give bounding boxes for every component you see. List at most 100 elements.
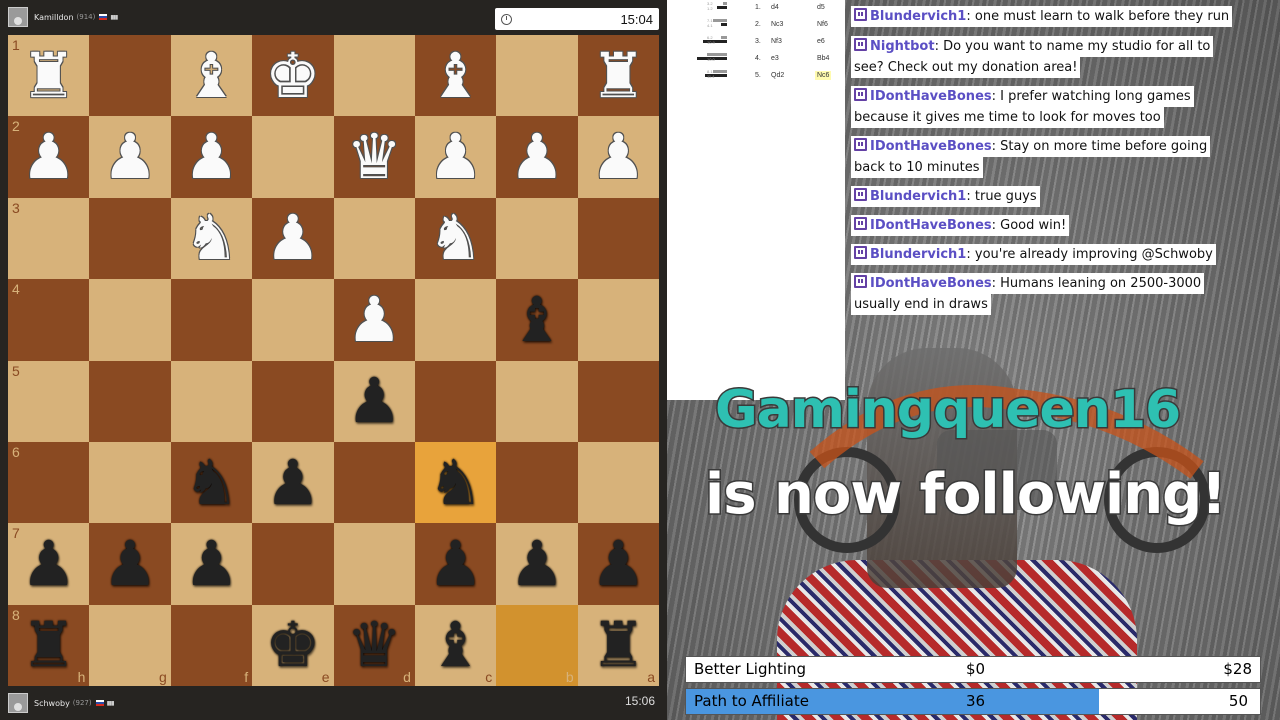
board-square[interactable] bbox=[333, 441, 415, 524]
board-square[interactable] bbox=[89, 279, 171, 361]
board-square[interactable]: d ♛ bbox=[333, 604, 415, 686]
board-square[interactable] bbox=[496, 441, 578, 524]
black-rook-icon[interactable]: ♜ bbox=[21, 614, 77, 676]
board-square[interactable]: ♟ bbox=[496, 116, 578, 198]
board-square[interactable]: ♛ bbox=[333, 116, 415, 198]
white-move[interactable]: Nc3 bbox=[771, 21, 783, 28]
board-square[interactable]: ♟ bbox=[333, 360, 415, 442]
board-square[interactable]: ♟ bbox=[252, 441, 334, 524]
chess-board[interactable]: 1 ♜ ♝ ♚ ♝ ♜ 2 ♟ ♟ ♟ ♛ ♟ ♟ ♟ 3 ♞ ♟ ♞ 4 ♟ ♝ 5 ♟ 6 ♞ ♟ ♞ 7 ♟ ♟ ♟ ♟ ♟ ♟ 8 h ♜ g f e… bbox=[8, 35, 659, 686]
white-pawn-icon[interactable]: ♟ bbox=[509, 126, 565, 188]
board-square[interactable]: 7 ♟ bbox=[8, 523, 90, 605]
board-square[interactable] bbox=[414, 279, 497, 361]
black-king-icon[interactable]: ♚ bbox=[265, 614, 321, 676]
black-move[interactable]: Nc6 bbox=[815, 71, 832, 80]
board-square[interactable]: ♝ bbox=[170, 35, 253, 117]
board-square[interactable] bbox=[252, 360, 334, 442]
white-move[interactable]: Qd2 bbox=[771, 72, 784, 79]
board-square[interactable] bbox=[496, 35, 578, 117]
white-pawn-icon[interactable]: ♟ bbox=[102, 126, 158, 188]
white-pawn-icon[interactable]: ♟ bbox=[265, 207, 321, 269]
board-square[interactable]: e ♚ bbox=[252, 604, 334, 686]
board-square[interactable]: ♟ bbox=[577, 523, 659, 605]
board-square[interactable]: ♜ bbox=[577, 35, 659, 117]
move-row[interactable]: 3.2 1.2 1. d4 d5 bbox=[667, 0, 845, 17]
board-square[interactable] bbox=[577, 360, 659, 442]
chat-username[interactable]: Blundervich1 bbox=[870, 9, 966, 24]
board-square[interactable] bbox=[252, 279, 334, 361]
chat-username[interactable]: IDontHaveBones bbox=[870, 276, 992, 291]
board-square[interactable] bbox=[89, 441, 171, 524]
board-square[interactable] bbox=[89, 197, 171, 280]
board-square[interactable] bbox=[496, 360, 578, 442]
black-pawn-icon[interactable]: ♟ bbox=[21, 532, 77, 595]
board-square[interactable] bbox=[577, 441, 659, 524]
board-square[interactable] bbox=[252, 523, 334, 605]
white-knight-icon[interactable]: ♞ bbox=[184, 207, 240, 269]
white-move[interactable]: e3 bbox=[771, 55, 779, 62]
black-move[interactable]: Nf6 bbox=[815, 20, 830, 29]
board-square[interactable] bbox=[170, 279, 253, 361]
black-move[interactable]: e6 bbox=[815, 37, 827, 46]
move-row[interactable]: 7.1 4.1 2. Nc3 Nf6 bbox=[667, 17, 845, 34]
bottom-player-name[interactable]: Schwoby bbox=[34, 699, 70, 708]
board-square[interactable]: ♞ bbox=[170, 441, 253, 524]
white-pawn-icon[interactable]: ♟ bbox=[21, 126, 77, 188]
black-pawn-icon[interactable]: ♟ bbox=[102, 532, 158, 595]
move-row[interactable]: 8.1 11.4 5. Qd2 Nc6 bbox=[667, 68, 845, 85]
board-square[interactable]: g bbox=[89, 604, 171, 686]
board-square[interactable] bbox=[577, 279, 659, 361]
board-square[interactable]: ♚ bbox=[252, 35, 334, 117]
board-square[interactable]: ♟ bbox=[252, 197, 334, 280]
board-square[interactable]: c ♝ bbox=[414, 604, 497, 686]
board-square[interactable] bbox=[170, 360, 253, 442]
white-bishop-icon[interactable]: ♝ bbox=[184, 44, 240, 107]
white-move[interactable]: Nf3 bbox=[771, 38, 782, 45]
board-square[interactable]: ♟ bbox=[89, 523, 171, 605]
board-square[interactable] bbox=[333, 197, 415, 280]
black-pawn-icon[interactable]: ♟ bbox=[509, 532, 565, 595]
black-bishop-icon[interactable]: ♝ bbox=[509, 288, 565, 351]
black-pawn-icon[interactable]: ♟ bbox=[591, 532, 647, 595]
chat-username[interactable]: Blundervich1 bbox=[870, 247, 966, 262]
board-square[interactable]: ♟ bbox=[414, 523, 497, 605]
white-pawn-icon[interactable]: ♟ bbox=[346, 288, 402, 351]
board-square[interactable]: ♟ bbox=[333, 279, 415, 361]
chat-username[interactable]: Nightbot bbox=[870, 39, 935, 54]
board-square[interactable] bbox=[252, 116, 334, 198]
board-square[interactable]: ♞ bbox=[414, 441, 497, 524]
board-square[interactable]: ♟ bbox=[577, 116, 659, 198]
board-square[interactable]: ♝ bbox=[496, 279, 578, 361]
board-square[interactable]: ♝ bbox=[414, 35, 497, 117]
top-player-avatar[interactable] bbox=[8, 7, 28, 27]
board-square[interactable]: 1 ♜ bbox=[8, 35, 90, 117]
board-square[interactable]: 2 ♟ bbox=[8, 116, 90, 198]
black-bishop-icon[interactable]: ♝ bbox=[428, 614, 484, 676]
board-square[interactable] bbox=[89, 360, 171, 442]
chat-username[interactable]: IDontHaveBones bbox=[870, 139, 992, 154]
board-square[interactable]: ♟ bbox=[89, 116, 171, 198]
white-queen-icon[interactable]: ♛ bbox=[346, 126, 402, 188]
board-square[interactable] bbox=[496, 197, 578, 280]
white-pawn-icon[interactable]: ♟ bbox=[428, 126, 484, 188]
chat-username[interactable]: IDontHaveBones bbox=[870, 218, 992, 233]
white-pawn-icon[interactable]: ♟ bbox=[591, 126, 647, 188]
board-square[interactable]: 8 h ♜ bbox=[8, 604, 90, 686]
chat-username[interactable]: IDontHaveBones bbox=[870, 89, 992, 104]
board-square[interactable]: ♟ bbox=[170, 523, 253, 605]
white-rook-icon[interactable]: ♜ bbox=[591, 44, 647, 107]
white-rook-icon[interactable]: ♜ bbox=[21, 44, 77, 107]
board-square[interactable] bbox=[89, 35, 171, 117]
black-queen-icon[interactable]: ♛ bbox=[346, 614, 402, 676]
board-square[interactable]: 5 bbox=[8, 360, 90, 442]
board-square[interactable]: ♟ bbox=[170, 116, 253, 198]
board-square[interactable]: b bbox=[496, 604, 578, 686]
white-move[interactable]: d4 bbox=[771, 4, 779, 11]
white-pawn-icon[interactable]: ♟ bbox=[184, 126, 240, 188]
white-bishop-icon[interactable]: ♝ bbox=[428, 44, 484, 107]
board-square[interactable]: ♞ bbox=[170, 197, 253, 280]
black-knight-icon[interactable]: ♞ bbox=[184, 451, 240, 514]
white-knight-icon[interactable]: ♞ bbox=[428, 207, 484, 269]
board-square[interactable] bbox=[577, 197, 659, 280]
board-square[interactable]: ♟ bbox=[496, 523, 578, 605]
